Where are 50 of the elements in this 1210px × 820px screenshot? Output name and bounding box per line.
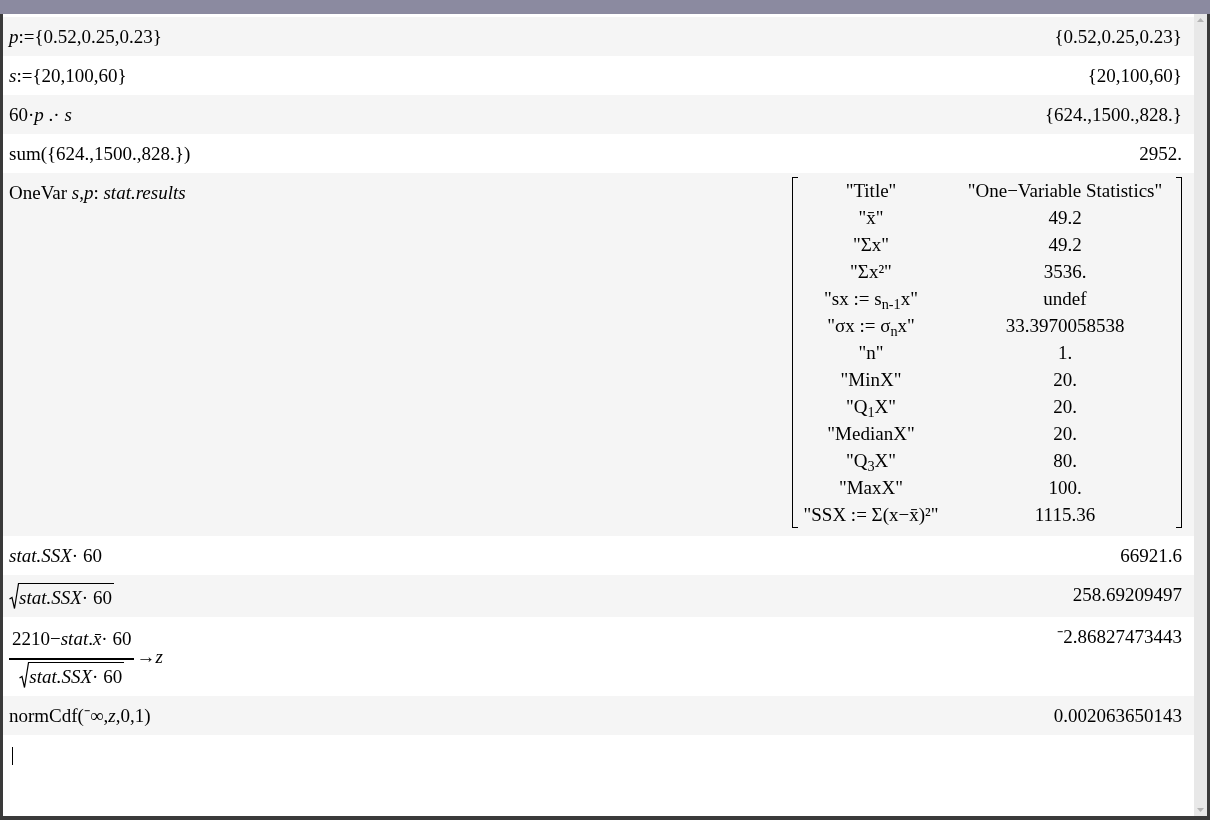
result-value: 0.002063650143 [1053, 703, 1182, 727]
matrix-cell-text: 20. [1052, 422, 1078, 446]
square-root-icon [9, 583, 19, 609]
math-expression: OneVar s,p: stat.results [9, 181, 186, 204]
matrix-cell-text: 33.3970058538 [1004, 314, 1126, 338]
matrix-cell-text: "MinX" [839, 368, 903, 392]
matrix-cell-text: 80. [1052, 449, 1078, 473]
result-value: 2952. [1139, 142, 1182, 165]
math-expression: stat.SSX· 60 [9, 544, 102, 567]
matrix-cell-text: 49.2 [1047, 233, 1083, 257]
matrix-cell-text: "SSX := Σ(x−x̄)²" [802, 503, 940, 527]
matrix-cell-text: 3536. [1042, 260, 1088, 284]
scrollbar[interactable] [1194, 14, 1207, 816]
matrix-cell-text: 1. [1056, 341, 1074, 365]
matrix-cell-text: "Σx²" [849, 260, 893, 284]
matrix-cell-text: "MedianX" [826, 422, 916, 446]
result-value: {624.,1500.,828.} [1045, 103, 1182, 126]
math-expression: sum({624.,1500.,828.}) [9, 142, 191, 165]
result-value: ⁻2.86827473443 [1057, 625, 1182, 648]
matrix-cell-text: "x̄" [857, 206, 885, 230]
math-expression: 2210−stat.x̄· 60 [12, 628, 132, 649]
result-value: 66921.6 [1120, 544, 1182, 567]
math-expression: stat.SSX· 60 [19, 583, 114, 609]
math-expression: s:={20,100,60} [9, 64, 127, 87]
matrix-cell-text: "Q$_{1}$X" [844, 395, 898, 420]
result-value: {0.52,0.25,0.23} [1054, 25, 1182, 48]
matrix-cell-text: 20. [1052, 395, 1078, 419]
matrix-cell-text: "σx := σ$_{n}$x" [826, 314, 916, 339]
matrix-cell-text: "One−Variable Statistics" [966, 179, 1164, 203]
math-expression: normCdf(⁻∞,z,0,1) [9, 703, 151, 727]
up-arrow-icon[interactable] [1197, 18, 1204, 22]
matrix-cell-text: "Title" [844, 179, 898, 203]
matrix-cell-text: 100. [1047, 476, 1083, 500]
matrix-cell-text: 20. [1052, 368, 1078, 392]
math-expression: →z [136, 644, 163, 668]
matrix-cell-text: "Q$_{3}$X" [844, 449, 898, 474]
matrix-cell-text: undef [1042, 287, 1088, 311]
matrix-cell-text: "n" [857, 341, 885, 365]
matrix-cell-text: "sx := s$_{n-1}$x" [823, 287, 919, 312]
matrix-cell-text: 49.2 [1047, 206, 1083, 230]
math-expression: stat.SSX· 60 [29, 661, 125, 688]
result-value: 258.69209497 [1072, 583, 1182, 606]
matrix-cell-text: 1115.36 [1033, 503, 1097, 527]
square-root-icon [19, 661, 30, 688]
math-expression: p:={0.52,0.25,0.23} [9, 25, 162, 48]
matrix-cell-text: "MaxX" [837, 476, 905, 500]
result-value: {20,100,60} [1087, 64, 1182, 87]
matrix-cell-text: "Σx" [851, 233, 891, 257]
down-arrow-icon[interactable] [1197, 808, 1204, 812]
math-expression: 60·p .· s [9, 103, 72, 126]
